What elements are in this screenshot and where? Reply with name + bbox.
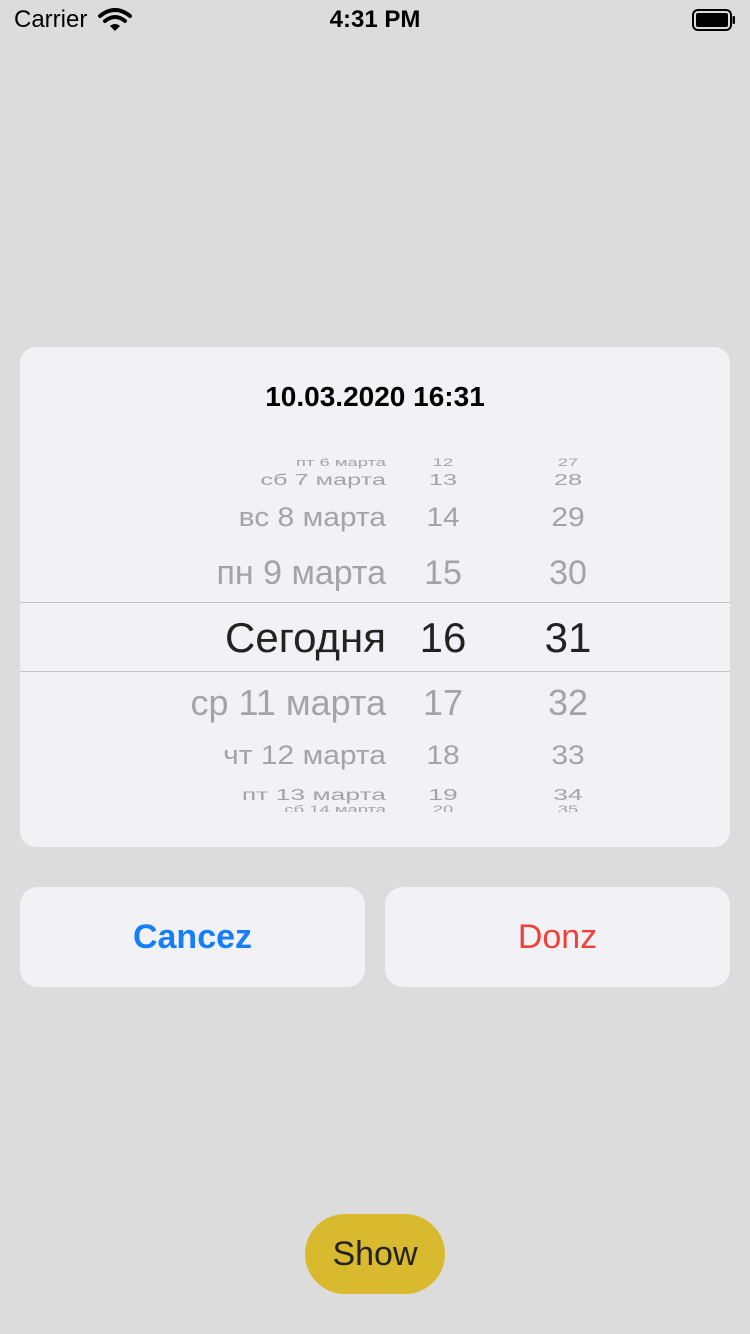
minute-option[interactable]: 35	[522, 804, 614, 812]
done-button[interactable]: Donz	[385, 887, 730, 987]
minute-option[interactable]: 34	[522, 786, 614, 802]
date-option[interactable]: сб 14 марта	[20, 804, 386, 812]
show-button[interactable]: Show	[305, 1214, 445, 1294]
date-time-wheel[interactable]: пт 6 марта сб 7 марта вс 8 марта пн 9 марта…	[20, 457, 730, 812]
date-option[interactable]: сб 7 марта	[20, 472, 386, 487]
selected-hour-option[interactable]: 16	[408, 617, 478, 659]
hour-option[interactable]: 13	[403, 472, 484, 487]
date-picker-card: 10.03.2020 16:31 пт 6 марта сб 7 марта вс …	[20, 347, 730, 847]
hour-option[interactable]: 20	[403, 804, 484, 812]
hour-option[interactable]: 15	[408, 556, 478, 590]
status-bar: Carrier 4:31 PM	[0, 0, 750, 40]
minute-option[interactable]: 28	[522, 472, 614, 487]
hour-option[interactable]: 17	[408, 685, 478, 721]
selected-minute-option[interactable]: 31	[528, 617, 608, 659]
hour-option[interactable]: 12	[403, 457, 484, 468]
date-option[interactable]: чт 12 марта	[20, 742, 386, 770]
date-option[interactable]: вс 8 марта	[20, 504, 386, 532]
date-option[interactable]: пн 9 марта	[20, 556, 386, 590]
hour-option[interactable]: 18	[408, 742, 478, 770]
hour-option[interactable]: 14	[408, 504, 478, 532]
selection-bottom-line	[20, 671, 730, 672]
minute-option[interactable]: 30	[528, 556, 608, 590]
selected-date-option[interactable]: Сегодня	[20, 617, 386, 659]
minute-option[interactable]: 27	[522, 457, 614, 468]
minute-option[interactable]: 29	[528, 504, 608, 532]
battery-icon	[692, 9, 735, 31]
hour-option[interactable]: 19	[403, 786, 484, 802]
cancel-button[interactable]: Cancez	[20, 887, 365, 987]
minute-option[interactable]: 32	[528, 685, 608, 721]
status-time: 4:31 PM	[329, 6, 421, 33]
selection-top-line	[20, 602, 730, 603]
picker-title: 10.03.2020 16:31	[265, 381, 485, 412]
minute-option[interactable]: 33	[528, 742, 608, 770]
date-option[interactable]: пт 6 марта	[20, 457, 386, 468]
date-option[interactable]: пт 13 марта	[20, 786, 386, 802]
date-option[interactable]: ср 11 марта	[20, 685, 386, 721]
